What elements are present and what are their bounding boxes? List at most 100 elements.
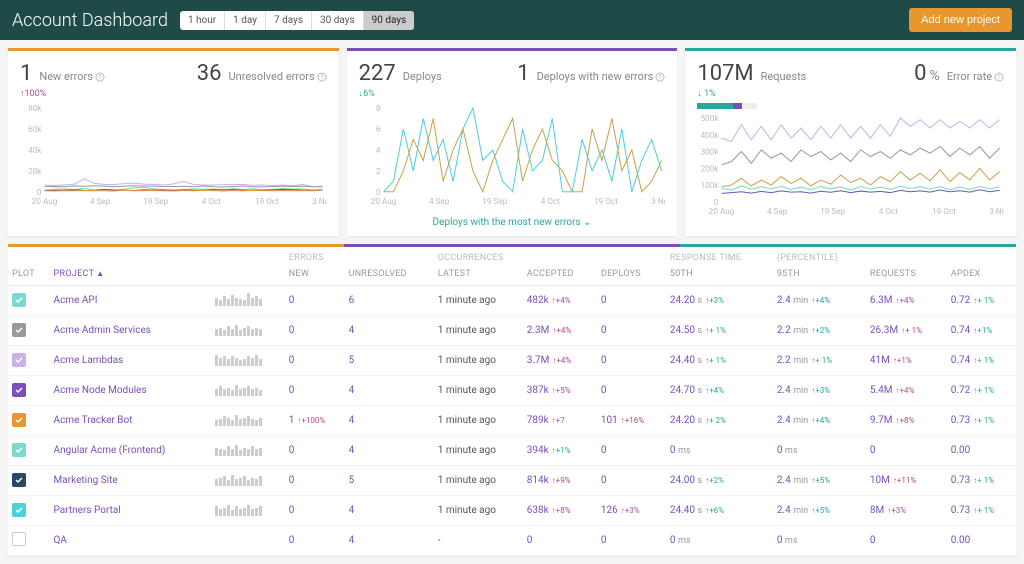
table-row[interactable]: Marketing Site051 minute ago814k↑+9%024.… xyxy=(8,466,1016,496)
plot-checkbox[interactable] xyxy=(12,413,26,427)
svg-text:20 Aug: 20 Aug xyxy=(370,196,396,206)
col-[interactable] xyxy=(211,263,285,286)
sparkline xyxy=(215,412,262,426)
time-range-1day[interactable]: 1 day xyxy=(225,11,266,30)
plot-checkbox[interactable] xyxy=(12,473,26,487)
add-project-button[interactable]: Add new project xyxy=(909,8,1012,32)
svg-text:4 Oct: 4 Oct xyxy=(202,196,221,206)
svg-text:60k: 60k xyxy=(28,124,42,134)
col-project[interactable]: PROJECT▲ xyxy=(50,263,211,286)
col-unresolved[interactable]: UNRESOLVED xyxy=(345,263,434,286)
table-row[interactable]: Acme API061 minute ago482k↑+4%024.20 s↑+… xyxy=(8,286,1016,316)
col-accepted[interactable]: ACCEPTED xyxy=(523,263,597,286)
sparkline xyxy=(215,322,262,336)
sparkline xyxy=(215,472,262,486)
table-row[interactable]: Acme Tracker Bot1↑+100%41 minute ago789k… xyxy=(8,406,1016,436)
svg-text:200k: 200k xyxy=(701,163,720,173)
svg-text:2: 2 xyxy=(376,166,381,176)
info-icon: ? xyxy=(994,72,1004,82)
svg-text:4 Sep: 4 Sep xyxy=(767,206,788,216)
table-row[interactable]: Angular Acme (Frontend)041 minute ago394… xyxy=(8,436,1016,466)
time-range-1hour[interactable]: 1 hour xyxy=(180,11,225,30)
time-range-90days[interactable]: 90 days xyxy=(364,11,415,30)
col-new[interactable]: NEW xyxy=(285,263,345,286)
requests-value: 107M xyxy=(697,61,753,86)
projects-table: ERRORSOCCURRENCESRESPONSE TIME(PERCENTIL… xyxy=(8,247,1016,556)
deploys-new-errors-label: Deploys with new errors? xyxy=(537,70,666,83)
table-row[interactable]: Acme Node Modules041 minute ago387k↑+5%0… xyxy=(8,376,1016,406)
sparkline xyxy=(215,352,262,366)
deploys-new-errors-value: 1 xyxy=(517,61,529,86)
error-rate-value: 0 xyxy=(914,61,926,86)
svg-text:20 Aug: 20 Aug xyxy=(32,196,58,206)
deploys-link[interactable]: Deploys with the most new errors ⌄ xyxy=(347,213,678,236)
svg-text:400k: 400k xyxy=(701,130,720,140)
app-header: Account Dashboard 1 hour1 day7 days30 da… xyxy=(0,0,1024,40)
deploys-chart: 0246820 Aug4 Sep19 Sep4 Oct19 Oct3 Nov xyxy=(347,103,678,213)
svg-text:500k: 500k xyxy=(701,113,720,123)
project-link[interactable]: Acme Node Modules xyxy=(54,385,147,396)
page-title: Account Dashboard xyxy=(12,10,168,31)
svg-text:100k: 100k xyxy=(701,180,720,190)
plot-checkbox[interactable] xyxy=(12,443,26,457)
project-link[interactable]: Marketing Site xyxy=(54,475,118,486)
time-range-7days[interactable]: 7 days xyxy=(266,11,312,30)
svg-text:4 Sep: 4 Sep xyxy=(429,196,450,206)
svg-text:80k: 80k xyxy=(28,103,42,113)
requests-sparkbar xyxy=(697,103,757,109)
sparkline xyxy=(215,502,262,516)
plot-checkbox[interactable] xyxy=(12,532,26,546)
svg-text:19 Oct: 19 Oct xyxy=(255,196,279,206)
unresolved-errors-value: 36 xyxy=(197,61,222,86)
table-row[interactable]: Acme Admin Services041 minute ago2.3M↑+4… xyxy=(8,316,1016,346)
sparkline xyxy=(215,292,262,306)
plot-checkbox[interactable] xyxy=(12,503,26,517)
deploys-label: Deploys xyxy=(403,70,442,83)
time-range-30days[interactable]: 30 days xyxy=(312,11,364,30)
plot-checkbox[interactable] xyxy=(12,293,26,307)
requests-delta: ↓ 1% xyxy=(697,88,850,109)
requests-chart: 0100k200k300k400k500k20 Aug4 Sep19 Sep4 … xyxy=(685,113,1016,223)
table-body: Acme API061 minute ago482k↑+4%024.20 s↑+… xyxy=(8,286,1016,556)
svg-text:19 Sep: 19 Sep xyxy=(821,206,846,216)
col-latest[interactable]: LATEST xyxy=(434,263,523,286)
col-95th[interactable]: 95TH xyxy=(773,263,866,286)
table-group-row: ERRORSOCCURRENCESRESPONSE TIME(PERCENTIL… xyxy=(8,247,1016,263)
new-errors-delta: ↑100% xyxy=(20,88,173,99)
table-row[interactable]: QA04-000 ms0 ms00.00 xyxy=(8,526,1016,556)
info-icon: ? xyxy=(655,72,665,82)
requests-label: Requests xyxy=(761,70,807,83)
col-deploys[interactable]: DEPLOYS xyxy=(597,263,666,286)
project-link[interactable]: Angular Acme (Frontend) xyxy=(54,445,166,456)
chevron-down-icon: ⌄ xyxy=(583,217,591,228)
info-icon: ? xyxy=(95,72,105,82)
error-rate-label: Error rate? xyxy=(947,70,1004,83)
project-link[interactable]: Acme Tracker Bot xyxy=(54,415,133,426)
deploys-panel: 227 Deploys ↓6% 1 Deploys with new error… xyxy=(347,48,678,236)
project-link[interactable]: Acme Admin Services xyxy=(54,325,151,336)
project-link[interactable]: Partners Portal xyxy=(54,505,121,516)
summary-panels: 1 New errors? ↑100% 36 Unresolved errors… xyxy=(0,40,1024,244)
svg-text:19 Oct: 19 Oct xyxy=(932,206,956,216)
svg-text:8: 8 xyxy=(376,103,381,113)
plot-checkbox[interactable] xyxy=(12,323,26,337)
col-requests[interactable]: REQUESTS xyxy=(866,263,947,286)
project-link[interactable]: QA xyxy=(54,535,67,546)
plot-checkbox[interactable] xyxy=(12,353,26,367)
table-row[interactable]: Acme Lambdas051 minute ago3.7M↑+4%024.40… xyxy=(8,346,1016,376)
col-apdex[interactable]: APDEX xyxy=(947,263,1016,286)
svg-text:3 Nov: 3 Nov xyxy=(989,206,1004,216)
project-link[interactable]: Acme API xyxy=(54,295,98,306)
plot-checkbox[interactable] xyxy=(12,383,26,397)
col-plot[interactable]: PLOT xyxy=(8,263,50,286)
svg-text:6: 6 xyxy=(376,124,381,134)
deploys-delta: ↓6% xyxy=(359,88,512,99)
svg-text:19 Oct: 19 Oct xyxy=(594,196,618,206)
project-link[interactable]: Acme Lambdas xyxy=(54,355,124,366)
projects-table-wrap: ERRORSOCCURRENCESRESPONSE TIME(PERCENTIL… xyxy=(8,244,1016,556)
col-50th[interactable]: 50TH xyxy=(666,263,773,286)
svg-text:19 Sep: 19 Sep xyxy=(482,196,507,206)
table-row[interactable]: Partners Portal041 minute ago638k↑+8%126… xyxy=(8,496,1016,526)
deploys-value: 227 xyxy=(359,61,396,86)
svg-text:20k: 20k xyxy=(28,166,42,176)
